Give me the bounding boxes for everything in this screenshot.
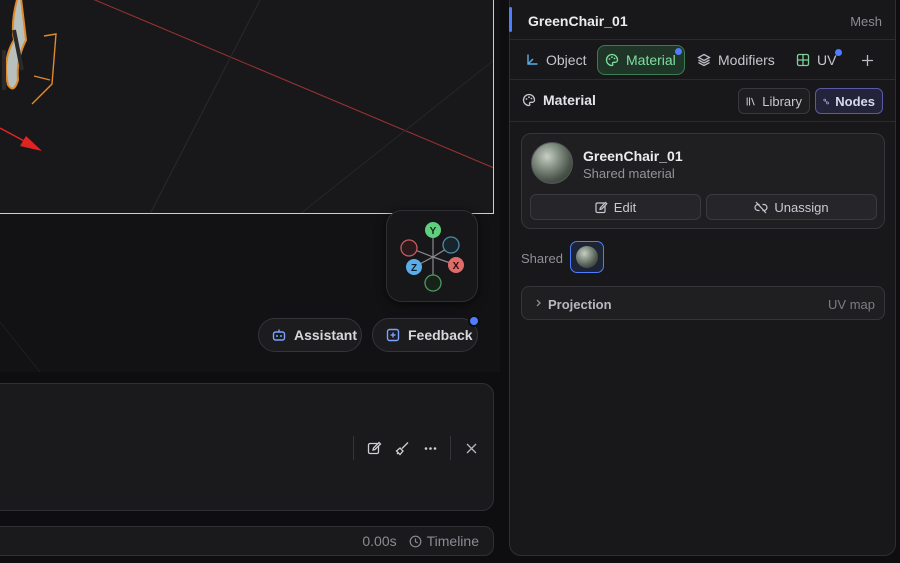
timeline-bar: 0.00s Timeline: [0, 526, 494, 556]
palette-icon: [605, 53, 619, 67]
navigation-gizmo[interactable]: Y Z X: [386, 210, 478, 302]
tab-modifiers[interactable]: Modifiers: [690, 45, 782, 75]
tab-object-label: Object: [546, 52, 587, 68]
inspector-header: GreenChair_01 Mesh: [509, 0, 895, 40]
feedback-notification-badge: [468, 315, 480, 327]
x-axis-arrow-line: [0, 127, 27, 143]
object-name: GreenChair_01: [528, 13, 628, 29]
shared-label: Shared: [521, 251, 563, 266]
palette-icon: [522, 93, 536, 107]
tab-uv[interactable]: UV: [789, 45, 843, 75]
playback-time: 0.00s: [362, 533, 397, 549]
message-plus-icon: [386, 328, 400, 342]
nodes-button[interactable]: Nodes: [815, 88, 883, 114]
inspector-panel: GreenChair_01 Mesh Object Material Modif…: [509, 0, 896, 556]
library-icon: [746, 97, 755, 105]
projection-title: Projection: [548, 297, 612, 312]
camera-frame: [0, 0, 494, 214]
clock-icon: [409, 535, 422, 547]
material-section-header: Material Library Nodes: [510, 80, 895, 122]
shared-material-swatch[interactable]: [570, 241, 604, 273]
edit-material-button[interactable]: Edit: [530, 194, 701, 220]
tab-material[interactable]: Material: [597, 45, 685, 75]
grid-icon: [796, 53, 810, 67]
timeline-button[interactable]: Timeline: [409, 533, 479, 549]
projection-section[interactable]: Projection UV map: [521, 286, 885, 320]
tab-uv-label: UV: [817, 52, 837, 68]
brush-icon: [395, 441, 408, 455]
material-name: GreenChair_01: [583, 148, 683, 164]
neg-z-handle: [442, 236, 460, 254]
assistant-button[interactable]: Assistant: [258, 318, 362, 352]
unassign-label: Unassign: [774, 199, 829, 215]
unassign-material-button[interactable]: Unassign: [706, 194, 877, 220]
close-icon: [466, 443, 476, 453]
bottom-panel-toolbar: [347, 436, 485, 460]
scene-canvas[interactable]: [0, 0, 494, 214]
library-button[interactable]: Library: [738, 88, 810, 114]
neg-x-handle: [400, 239, 418, 257]
material-card: GreenChair_01 Shared material Edit Unass…: [521, 133, 885, 229]
feedback-button[interactable]: Feedback: [372, 318, 478, 352]
section-title-label: Material: [543, 92, 596, 108]
toolbar-divider: [450, 436, 451, 460]
bottom-panel: [0, 383, 494, 511]
inspector-tabs: Object Material Modifiers UV: [510, 40, 895, 80]
edit-label: Edit: [613, 199, 637, 215]
more-button[interactable]: [416, 436, 444, 460]
x-axis-arrow-icon: [20, 136, 42, 151]
selection-accent: [509, 7, 512, 32]
material-thumbnail[interactable]: [531, 142, 573, 184]
section-title: Material: [522, 92, 596, 108]
assistant-label: Assistant: [294, 327, 358, 343]
add-tab-button[interactable]: [854, 45, 881, 75]
tab-object[interactable]: Object: [518, 45, 593, 75]
feedback-label: Feedback: [408, 327, 473, 343]
close-panel-button[interactable]: [457, 436, 485, 460]
material-subtitle: Shared material: [583, 166, 675, 181]
library-label: Library: [762, 93, 802, 109]
nodes-label: Nodes: [835, 93, 875, 109]
z-axis-label: Z: [411, 263, 417, 274]
tab-modifiers-label: Modifiers: [718, 52, 775, 68]
edit-icon: [595, 201, 608, 213]
object-type: Mesh: [850, 14, 882, 29]
axis-gizmo-icon: Y Z X: [400, 222, 464, 292]
y-axis-label: Y: [430, 226, 437, 237]
axis-icon: [527, 54, 538, 65]
timeline-label: Timeline: [426, 533, 479, 549]
plus-icon: [862, 54, 873, 66]
edit-button[interactable]: [360, 436, 388, 460]
robot-icon: [272, 329, 286, 341]
grid-line: [149, 0, 261, 213]
x-axis-label: X: [453, 261, 460, 272]
brush-button[interactable]: [388, 436, 416, 460]
grid-line: [300, 60, 493, 213]
layers-icon: [697, 53, 711, 67]
tab-material-label: Material: [626, 52, 676, 68]
more-icon: [424, 446, 436, 450]
chevron-right-icon: [536, 299, 541, 307]
nodes-icon: [823, 98, 829, 104]
tab-material-badge: [675, 48, 682, 55]
projection-value: UV map: [828, 297, 875, 312]
tab-uv-badge: [835, 49, 843, 56]
3d-viewport[interactable]: Y Z X Assistant Feedback: [0, 0, 500, 372]
toolbar-divider: [353, 436, 354, 460]
neg-y-handle: [424, 274, 442, 292]
edit-icon: [367, 441, 381, 454]
selection-outline: [31, 33, 57, 105]
unlink-icon: [754, 201, 768, 213]
